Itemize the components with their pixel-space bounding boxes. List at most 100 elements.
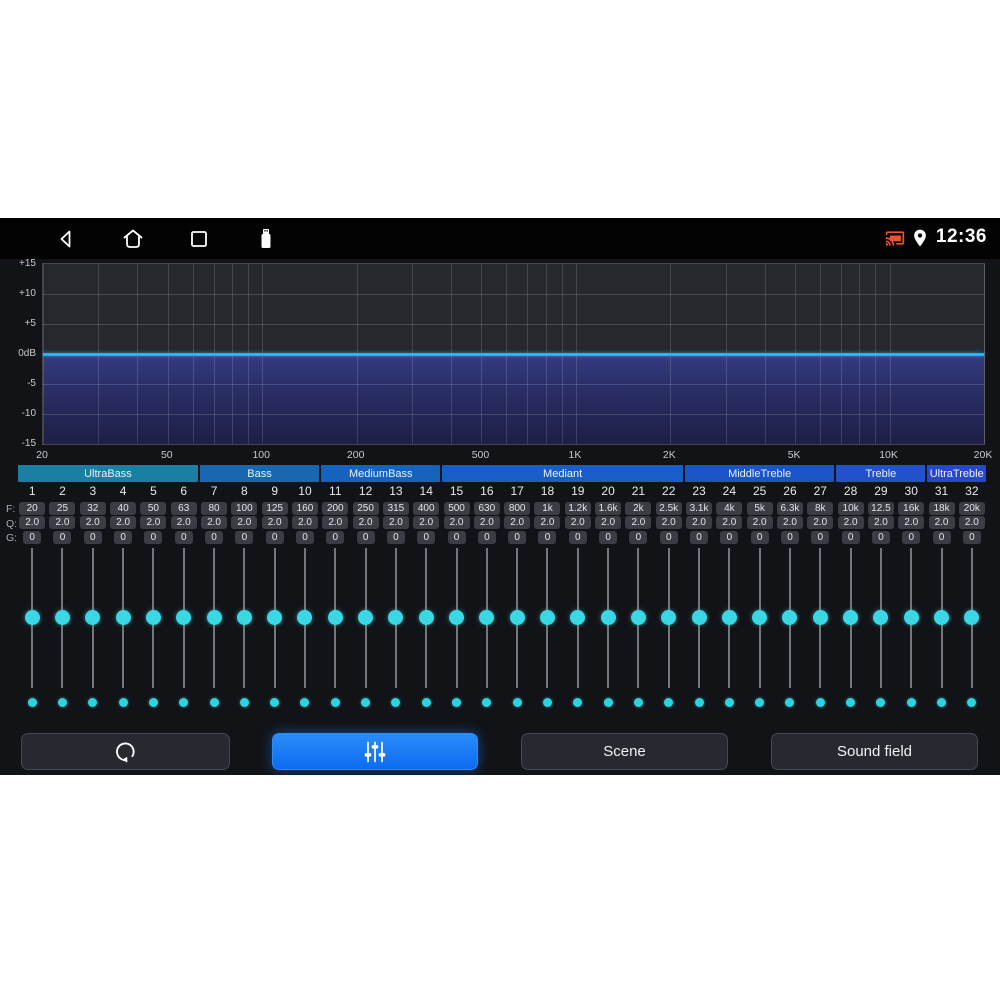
band-freq-chip[interactable]: 6.3k	[776, 501, 803, 515]
slider-knob[interactable]	[903, 610, 919, 625]
band-enable-dot[interactable]	[876, 698, 886, 707]
band-q-chip[interactable]: 2.0	[382, 516, 409, 529]
slider-knob[interactable]	[812, 610, 828, 625]
band-q-chip[interactable]: 2.0	[140, 516, 167, 529]
band-gain-chip[interactable]: 0	[780, 530, 799, 544]
band-enable-dot[interactable]	[512, 698, 522, 707]
band-freq-chip[interactable]: 3.1k	[686, 501, 713, 515]
band-gain-chip[interactable]: 0	[690, 530, 709, 544]
band-gain-chip[interactable]: 0	[962, 530, 981, 544]
band-enable-dot[interactable]	[27, 698, 37, 707]
band-q-chip[interactable]: 2.0	[79, 516, 106, 529]
band-gain-chip[interactable]: 0	[629, 530, 648, 544]
band-enable-dot[interactable]	[361, 698, 371, 707]
slider-knob[interactable]	[661, 610, 677, 625]
band-q-chip[interactable]: 2.0	[595, 516, 622, 529]
band-q-chip[interactable]: 2.0	[291, 516, 318, 529]
band-enable-dot[interactable]	[724, 698, 734, 707]
band-q-chip[interactable]: 2.0	[19, 516, 46, 529]
band-q-chip[interactable]: 2.0	[716, 516, 743, 529]
band-enable-dot[interactable]	[330, 698, 340, 707]
band-enable-dot[interactable]	[452, 698, 462, 707]
slider-knob[interactable]	[206, 610, 222, 625]
band-freq-chip[interactable]: 50	[140, 501, 167, 515]
band-freq-chip[interactable]: 25	[49, 501, 76, 515]
band-enable-dot[interactable]	[785, 698, 795, 707]
band-freq-chip[interactable]: 16k	[898, 501, 925, 515]
slider-knob[interactable]	[176, 610, 192, 625]
slider-knob[interactable]	[54, 610, 70, 625]
slider-knob[interactable]	[24, 610, 40, 625]
band-enable-dot[interactable]	[906, 698, 916, 707]
band-q-chip[interactable]: 2.0	[564, 516, 591, 529]
band-gain-chip[interactable]: 0	[326, 530, 345, 544]
slider-knob[interactable]	[267, 610, 283, 625]
band-q-chip[interactable]: 2.0	[807, 516, 834, 529]
band-enable-dot[interactable]	[148, 698, 158, 707]
band-gain-chip[interactable]: 0	[750, 530, 769, 544]
band-freq-chip[interactable]: 2k	[625, 501, 652, 515]
band-q-chip[interactable]: 2.0	[776, 516, 803, 529]
band-enable-dot[interactable]	[118, 698, 128, 707]
slider-knob[interactable]	[843, 610, 859, 625]
slider-knob[interactable]	[570, 610, 586, 625]
band-freq-chip[interactable]: 250	[352, 501, 379, 515]
slider-knob[interactable]	[600, 610, 616, 625]
band-freq-chip[interactable]: 500	[443, 501, 470, 515]
band-gain-chip[interactable]: 0	[53, 530, 72, 544]
band-enable-dot[interactable]	[239, 698, 249, 707]
band-enable-dot[interactable]	[209, 698, 219, 707]
slider-knob[interactable]	[85, 610, 101, 625]
band-gain-chip[interactable]: 0	[599, 530, 618, 544]
slider-knob[interactable]	[115, 610, 131, 625]
band-enable-dot[interactable]	[88, 698, 98, 707]
slider-knob[interactable]	[145, 610, 161, 625]
band-q-chip[interactable]: 2.0	[928, 516, 955, 529]
slider-knob[interactable]	[418, 610, 434, 625]
slider-knob[interactable]	[236, 610, 252, 625]
band-q-chip[interactable]: 2.0	[49, 516, 76, 529]
band-gain-chip[interactable]: 0	[205, 530, 224, 544]
band-q-chip[interactable]: 2.0	[655, 516, 682, 529]
band-q-chip[interactable]: 2.0	[686, 516, 713, 529]
band-enable-dot[interactable]	[542, 698, 552, 707]
band-freq-chip[interactable]: 400	[413, 501, 440, 515]
slider-knob[interactable]	[297, 610, 313, 625]
band-gain-chip[interactable]: 0	[386, 530, 405, 544]
band-enable-dot[interactable]	[270, 698, 280, 707]
band-gain-chip[interactable]: 0	[871, 530, 890, 544]
band-gain-chip[interactable]: 0	[144, 530, 163, 544]
band-gain-chip[interactable]: 0	[235, 530, 254, 544]
band-freq-chip[interactable]: 80	[201, 501, 228, 515]
band-gain-chip[interactable]: 0	[83, 530, 102, 544]
slider-knob[interactable]	[721, 610, 737, 625]
band-enable-dot[interactable]	[967, 698, 977, 707]
band-gain-chip[interactable]: 0	[902, 530, 921, 544]
band-enable-dot[interactable]	[633, 698, 643, 707]
band-q-chip[interactable]: 2.0	[201, 516, 228, 529]
band-q-chip[interactable]: 2.0	[958, 516, 985, 529]
band-freq-chip[interactable]: 630	[473, 501, 500, 515]
slider-knob[interactable]	[449, 610, 465, 625]
back-icon[interactable]	[54, 227, 78, 251]
band-enable-dot[interactable]	[573, 698, 583, 707]
band-freq-chip[interactable]: 32	[79, 501, 106, 515]
band-enable-dot[interactable]	[755, 698, 765, 707]
recents-icon[interactable]	[187, 227, 211, 251]
band-freq-chip[interactable]: 800	[504, 501, 531, 515]
band-freq-chip[interactable]: 63	[170, 501, 197, 515]
band-gain-chip[interactable]: 0	[114, 530, 133, 544]
band-q-chip[interactable]: 2.0	[746, 516, 773, 529]
band-freq-chip[interactable]: 12.5	[867, 501, 894, 515]
home-icon[interactable]	[121, 227, 145, 251]
band-freq-chip[interactable]: 1.2k	[564, 501, 591, 515]
band-gain-chip[interactable]: 0	[356, 530, 375, 544]
band-freq-chip[interactable]: 10k	[837, 501, 864, 515]
band-freq-chip[interactable]: 20k	[958, 501, 985, 515]
band-gain-chip[interactable]: 0	[932, 530, 951, 544]
band-gain-chip[interactable]: 0	[508, 530, 527, 544]
slider-knob[interactable]	[630, 610, 646, 625]
band-q-chip[interactable]: 2.0	[110, 516, 137, 529]
band-q-chip[interactable]: 2.0	[322, 516, 349, 529]
usb-device-icon[interactable]	[254, 227, 278, 251]
